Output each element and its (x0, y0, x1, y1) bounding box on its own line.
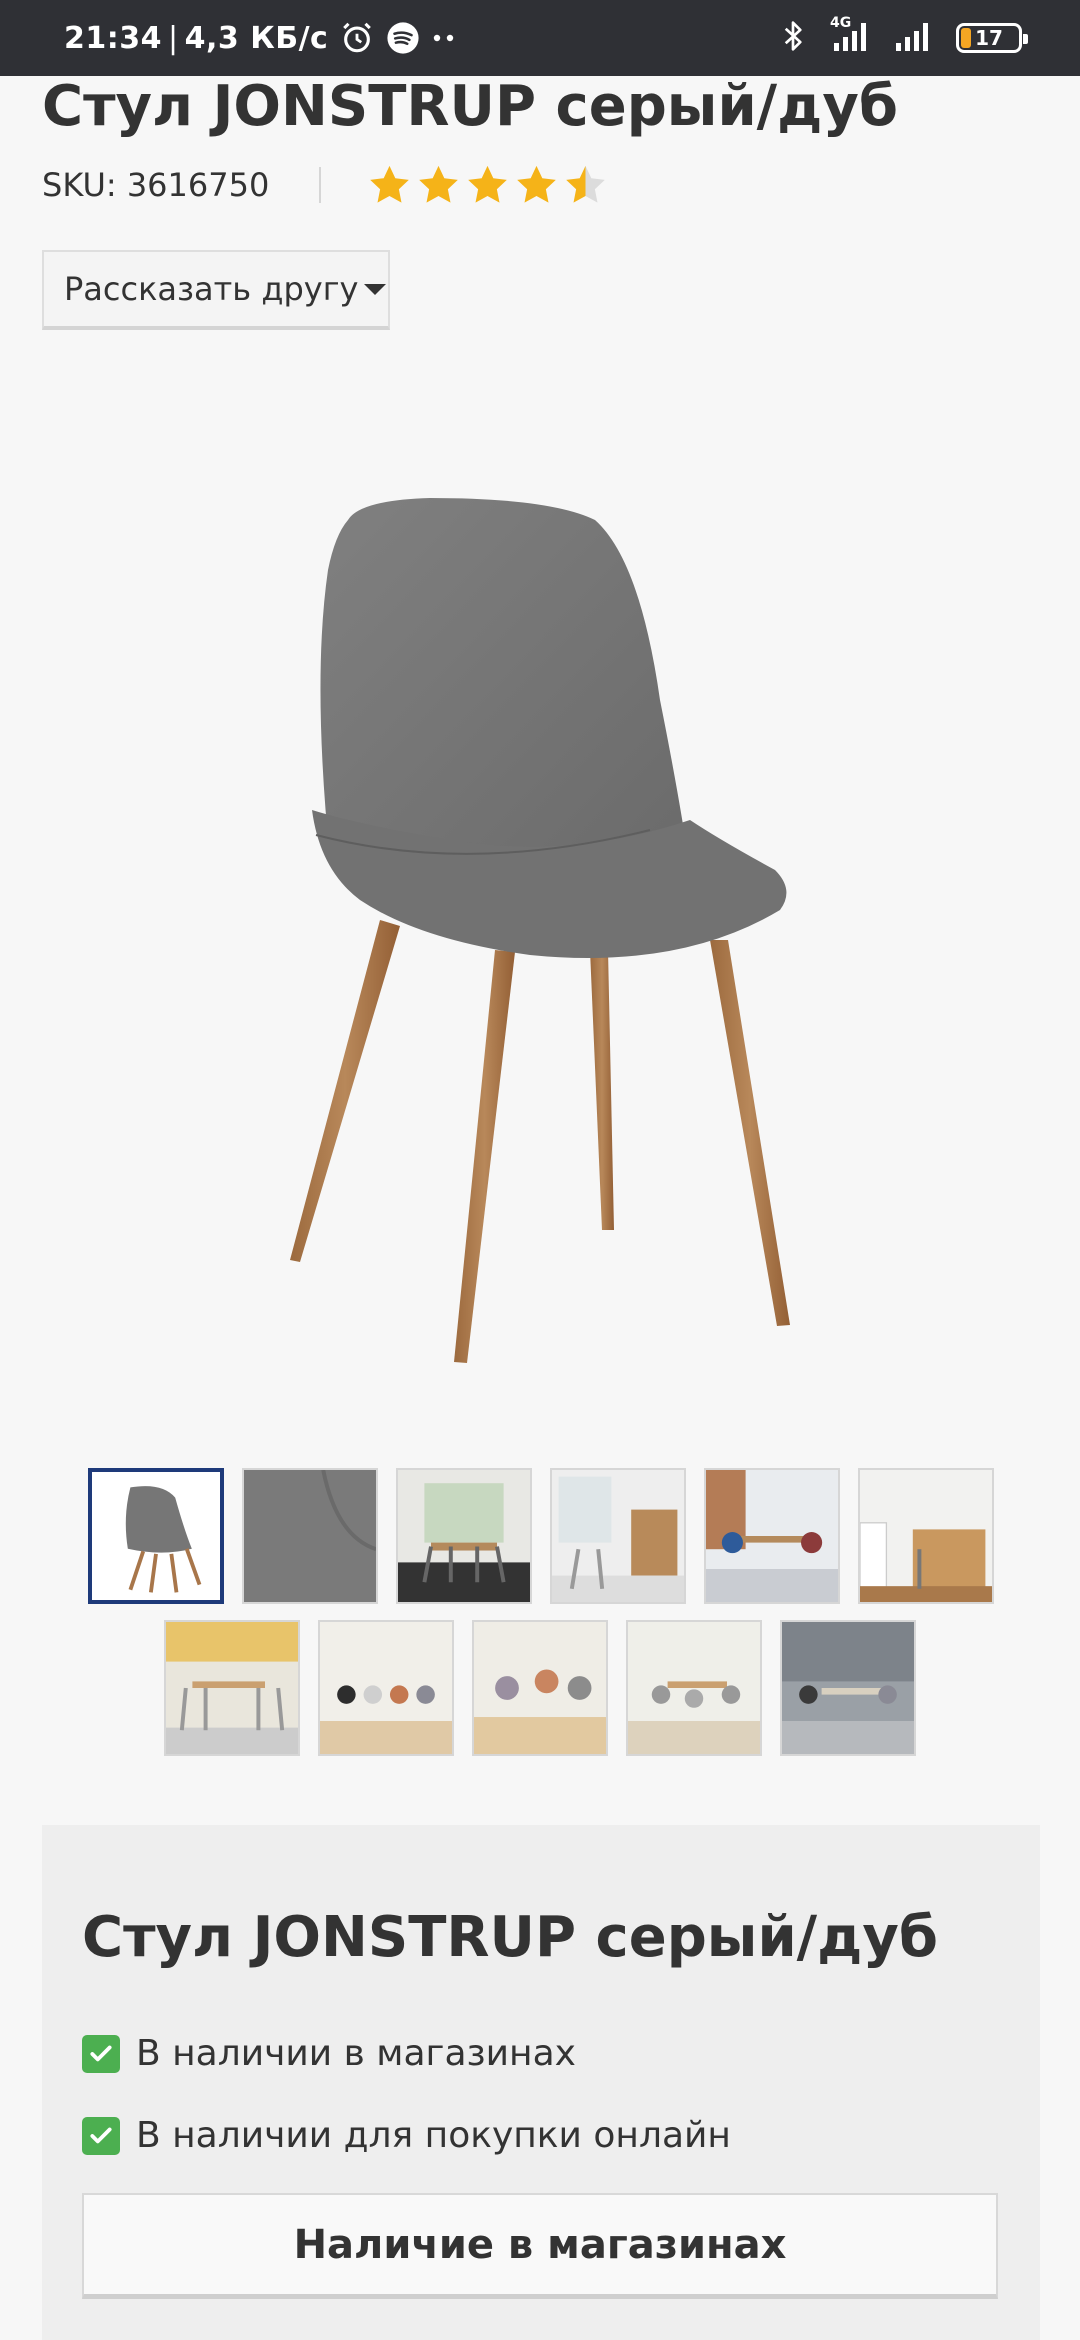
sku-rating-row: SKU: 3616750 (42, 160, 608, 210)
battery-level: 17 (975, 26, 1003, 50)
gallery-thumbnail[interactable] (164, 1620, 300, 1756)
share-button-label: Рассказать другу (64, 270, 359, 308)
gallery-thumbnail[interactable] (472, 1620, 608, 1756)
battery-icon: 17 (956, 23, 1028, 53)
network-type-label: 4G (830, 15, 852, 31)
more-dots-icon (432, 33, 458, 43)
star-icon (566, 165, 606, 203)
gallery-thumbnail[interactable] (858, 1468, 994, 1604)
gallery-thumbnail[interactable] (780, 1620, 916, 1756)
alarm-icon (340, 21, 374, 55)
info-box-title: Стул JONSTRUP серый/дуб (82, 1905, 938, 1970)
star-icon (517, 165, 557, 203)
status-bar-left: 21:34 | 4,3 КБ/с (64, 0, 458, 76)
gallery-thumbnail[interactable] (318, 1620, 454, 1756)
availability-in-store-label: В наличии в магазинах (136, 2033, 576, 2074)
signal-icon-2 (894, 19, 936, 57)
gallery-thumbnail[interactable] (704, 1468, 840, 1604)
gallery-thumbnail[interactable] (88, 1468, 224, 1604)
gallery-thumbnail[interactable] (242, 1468, 378, 1604)
star-icon (468, 165, 508, 203)
spotify-icon (386, 21, 420, 55)
rating-stars[interactable] (367, 163, 608, 208)
availability-online: В наличии для покупки онлайн (82, 2115, 731, 2156)
gallery-thumbnail[interactable] (626, 1620, 762, 1756)
signal-icon: 4G (826, 15, 874, 57)
availability-online-label: В наличии для покупки онлайн (136, 2115, 731, 2156)
product-title: Стул JONSTRUP серый/дуб (42, 74, 898, 139)
status-separator: | (168, 20, 179, 56)
status-time: 21:34 (64, 20, 162, 56)
star-icon (419, 165, 459, 203)
product-info-box: Стул JONSTRUP серый/дуб В наличии в мага… (42, 1825, 1040, 2340)
store-availability-button[interactable]: Наличие в магазинах (82, 2193, 998, 2299)
gallery-thumbnail[interactable] (550, 1468, 686, 1604)
product-main-image[interactable] (250, 480, 830, 1380)
status-bar: 21:34 | 4,3 КБ/с 4G 17 (0, 0, 1080, 76)
sku-label: SKU: 3616750 (42, 166, 270, 204)
chevron-down-icon (364, 283, 387, 295)
checkbox-checked-icon (82, 2034, 120, 2073)
availability-in-store: В наличии в магазинах (82, 2033, 576, 2074)
gallery-thumbnail[interactable] (396, 1468, 532, 1604)
checkbox-checked-icon (82, 2116, 120, 2155)
status-bar-right: 4G 17 (780, 0, 1028, 76)
divider (319, 167, 322, 203)
star-icon (370, 165, 410, 203)
share-button[interactable]: Рассказать другу (42, 250, 390, 330)
bluetooth-icon (780, 19, 806, 57)
status-network-speed: 4,3 КБ/с (184, 20, 329, 56)
